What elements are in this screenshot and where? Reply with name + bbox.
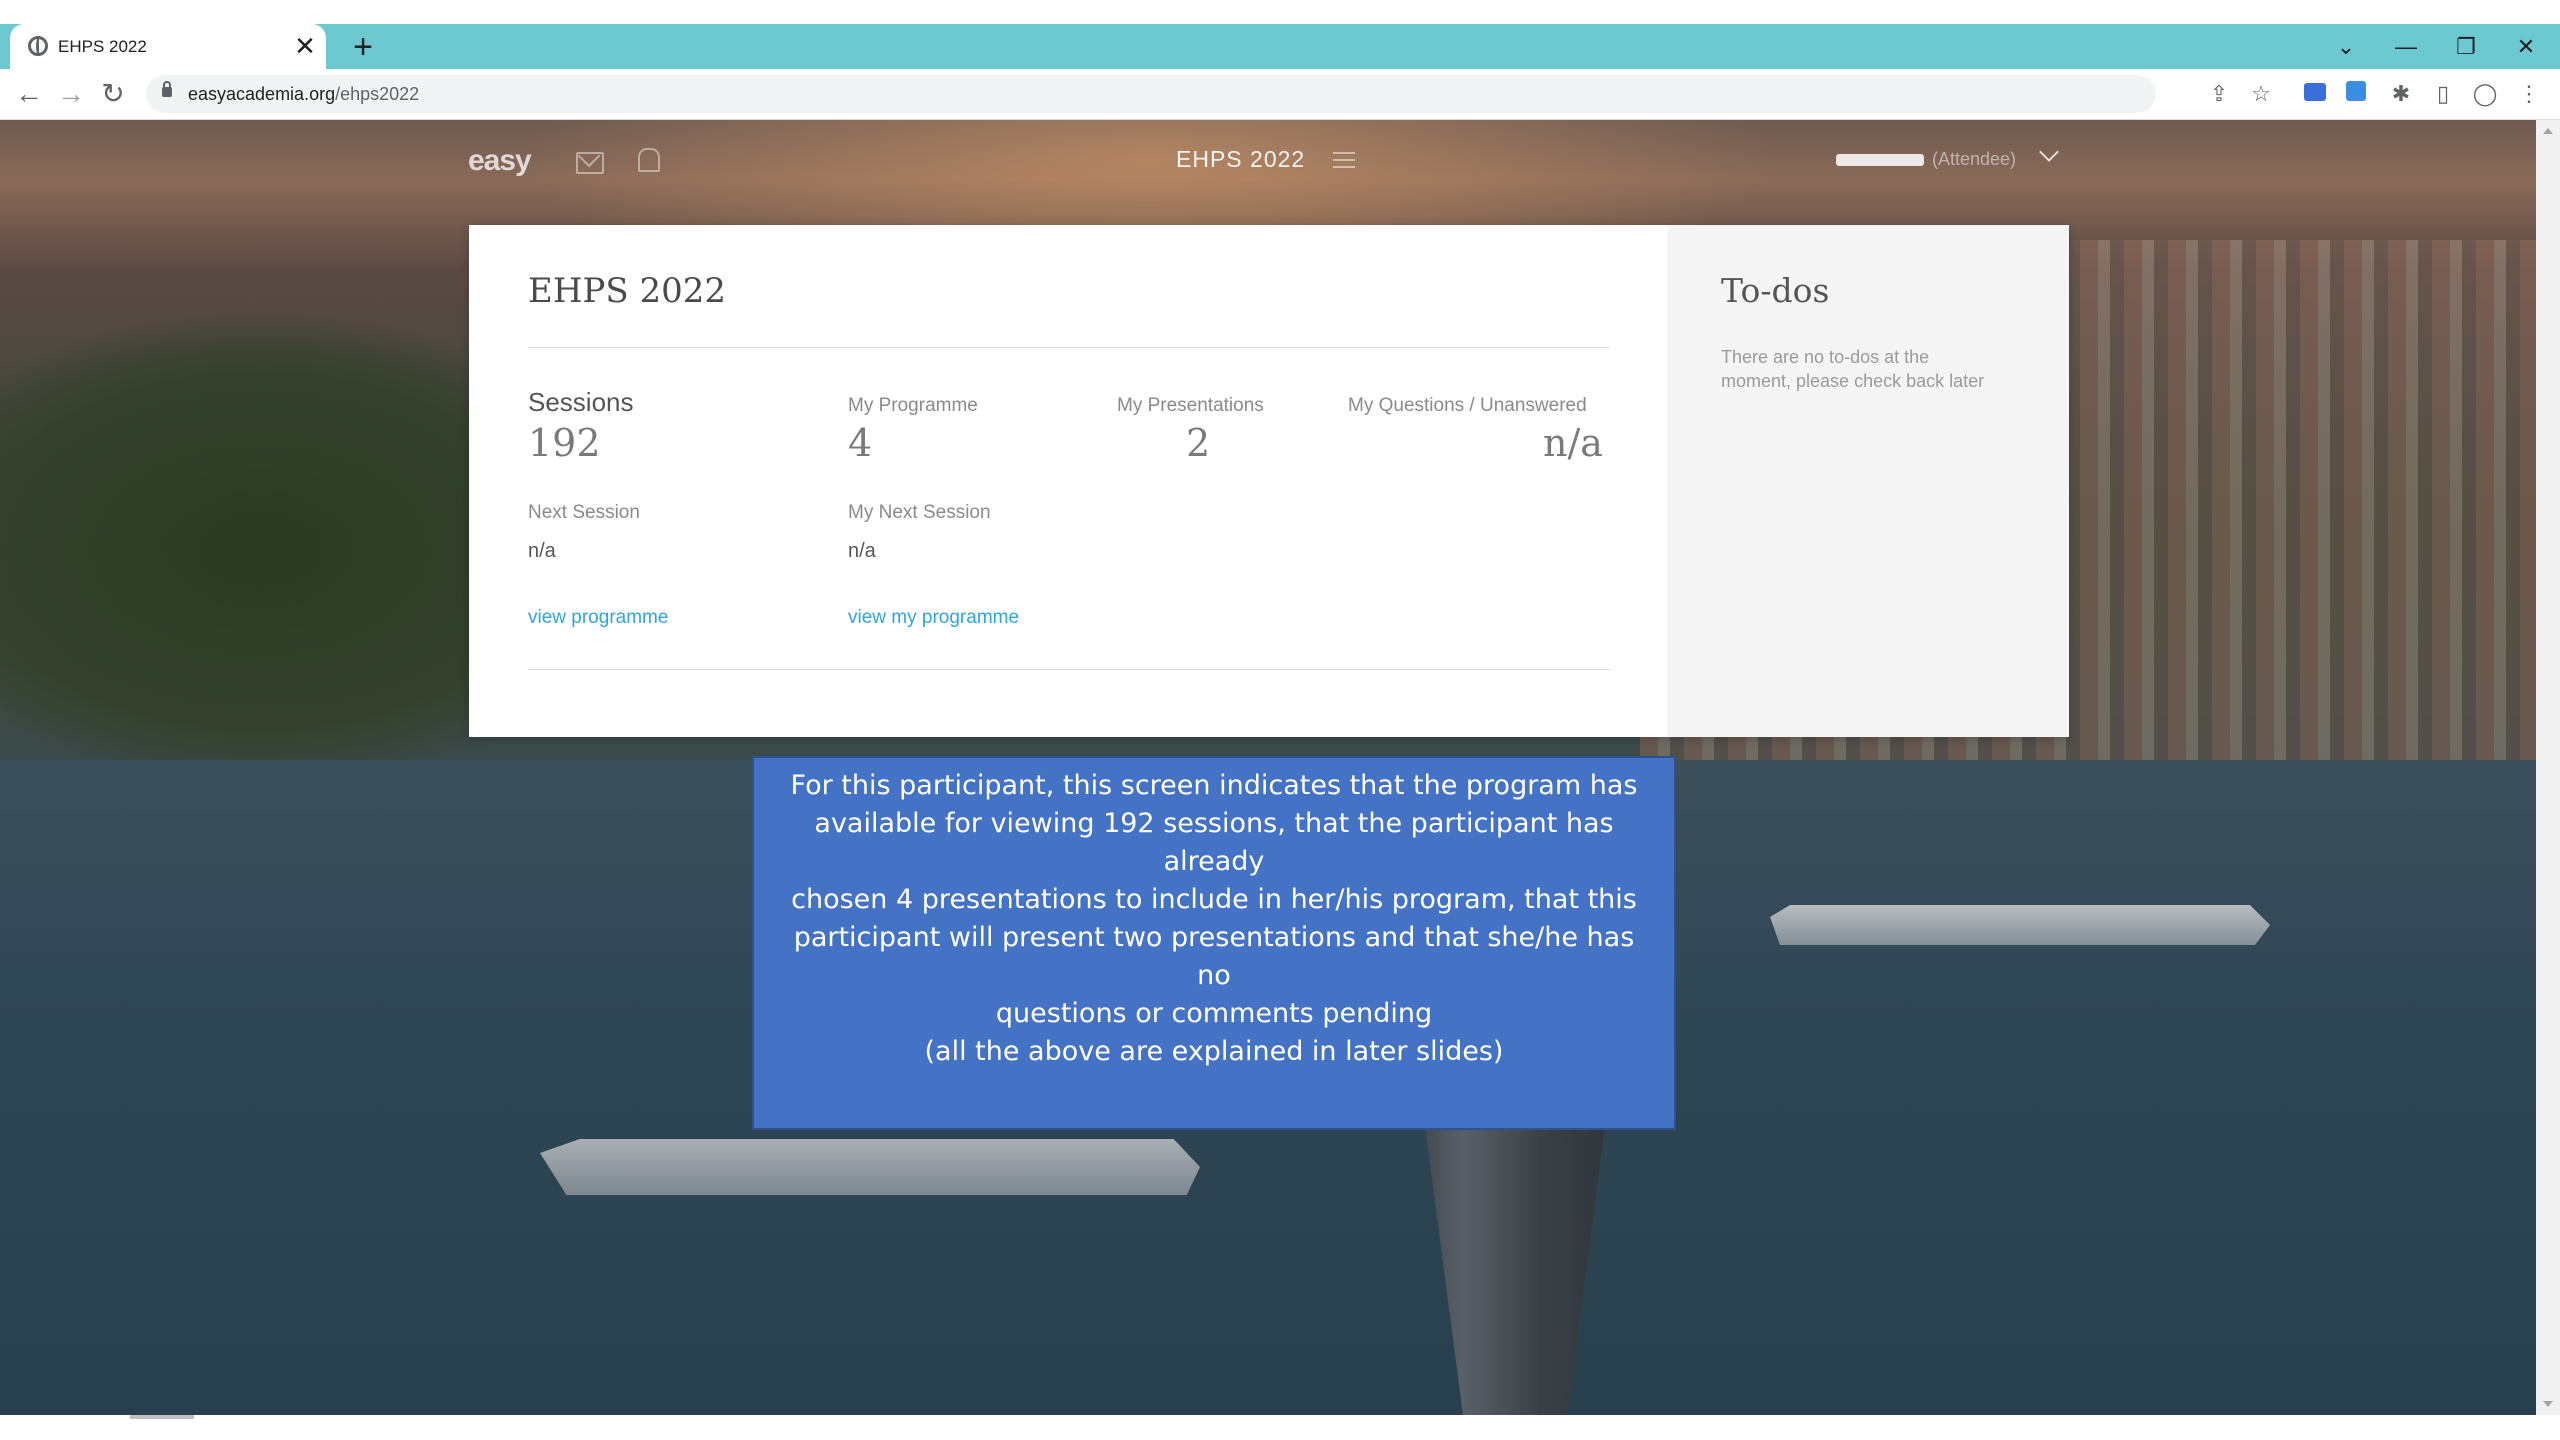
my-presentations-count: 2 (1186, 421, 1211, 465)
extensions-puzzle-icon[interactable]: ✱ (2388, 81, 2414, 107)
chevron-down-icon[interactable] (2039, 142, 2059, 162)
callout-line: participant will present two presentatio… (793, 922, 1635, 991)
event-title[interactable]: EHPS 2022 (1176, 146, 1305, 173)
user-name-redacted[interactable] (1836, 154, 1924, 166)
url-path: /ehps2022 (335, 84, 420, 104)
menu-icon[interactable] (1333, 152, 1355, 168)
browser-tab[interactable]: EHPS 2022 ✕ (10, 24, 326, 69)
url-domain: easyacademia.org (188, 84, 336, 104)
close-window-button[interactable]: ✕ (2506, 30, 2546, 64)
todos-empty-line: There are no to-dos at the (1721, 347, 1930, 367)
callout-line: available for viewing 192 sessions, that… (814, 808, 1614, 877)
callout-line: (all the above are explained in later sl… (924, 1036, 1504, 1067)
my-programme-label: My Programme (848, 395, 978, 416)
scroll-up-icon[interactable] (2543, 128, 2553, 134)
more-menu-icon[interactable]: ⋮ (2516, 81, 2542, 107)
view-programme-link[interactable]: view programme (528, 607, 668, 629)
restore-button[interactable]: ❐ (2446, 30, 2486, 64)
explanation-callout: For this participant, this screen indica… (752, 756, 1676, 1130)
divider (528, 347, 1610, 348)
callout-line: questions or comments pending (995, 998, 1433, 1029)
background-boat (1770, 905, 2270, 945)
extension-icon-2[interactable] (2346, 81, 2366, 101)
my-programme-count: 4 (848, 421, 873, 465)
tab-title: EHPS 2022 (58, 37, 147, 56)
page-background: easy EHPS 2022 (Attendee) EHPS 2022 Sess… (0, 120, 2536, 1415)
reload-button[interactable]: ↻ (96, 77, 130, 111)
sessions-count: 192 (528, 421, 601, 465)
card-title: EHPS 2022 (528, 271, 726, 311)
card-main: EHPS 2022 Sessions 192 My Programme 4 My… (469, 225, 1667, 737)
my-questions-label: My Questions / Unanswered (1348, 395, 1587, 416)
vertical-scrollbar[interactable] (2536, 120, 2560, 1415)
todos-empty-message: There are no to-dos at the moment, pleas… (1721, 345, 2041, 393)
my-presentations-label: My Presentations (1117, 395, 1264, 416)
profile-avatar-icon[interactable]: ◯ (2472, 81, 2498, 107)
todos-empty-line: moment, please check back later (1721, 371, 1985, 391)
bookmark-star-icon[interactable]: ☆ (2248, 81, 2274, 107)
browser-tab-bar: EHPS 2022 ✕ + ⌄ — ❐ ✕ (0, 24, 2560, 69)
callout-line: chosen 4 presentations to include in her… (791, 884, 1637, 915)
address-bar-row: ← → ↻ easyacademia.org/ehps2022 ⇪ ☆ ✱ ▯ … (0, 69, 2560, 120)
lock-icon (162, 81, 172, 97)
globe-icon (28, 36, 48, 56)
side-panel-icon[interactable]: ▯ (2430, 81, 2456, 107)
scrollbar-thumb[interactable] (130, 1415, 194, 1419)
user-role[interactable]: (Attendee) (1932, 149, 2016, 170)
extension-icon-1[interactable] (2304, 83, 2326, 101)
my-next-session-value: n/a (848, 540, 876, 562)
easy-logo[interactable]: easy (468, 144, 532, 178)
next-session-value: n/a (528, 540, 556, 562)
my-next-session-label: My Next Session (848, 502, 991, 523)
view-my-programme-link[interactable]: view my programme (848, 607, 1019, 629)
tab-close-icon[interactable]: ✕ (292, 33, 318, 59)
forward-button[interactable]: → (54, 77, 88, 111)
back-button[interactable]: ← (12, 77, 46, 111)
my-questions-count: n/a (1543, 421, 1603, 465)
todos-panel: To-dos There are no to-dos at the moment… (1667, 225, 2069, 737)
minimize-button[interactable]: — (2386, 30, 2426, 64)
callout-line: For this participant, this screen indica… (790, 770, 1638, 801)
share-icon[interactable]: ⇪ (2206, 81, 2232, 107)
horizontal-scrollbar[interactable] (0, 1415, 2536, 1440)
new-tab-button[interactable]: + (346, 30, 380, 64)
todos-title: To-dos (1721, 271, 1830, 310)
dashboard-card: EHPS 2022 Sessions 192 My Programme 4 My… (469, 225, 2069, 737)
mail-icon[interactable] (576, 152, 604, 174)
scroll-down-icon[interactable] (2543, 1401, 2553, 1407)
divider (528, 669, 1610, 670)
bell-icon[interactable] (638, 148, 660, 172)
next-session-label: Next Session (528, 502, 640, 523)
sessions-label: Sessions (528, 387, 634, 417)
tab-search-icon[interactable]: ⌄ (2326, 30, 2366, 64)
url-input[interactable]: easyacademia.org/ehps2022 (146, 75, 2156, 113)
